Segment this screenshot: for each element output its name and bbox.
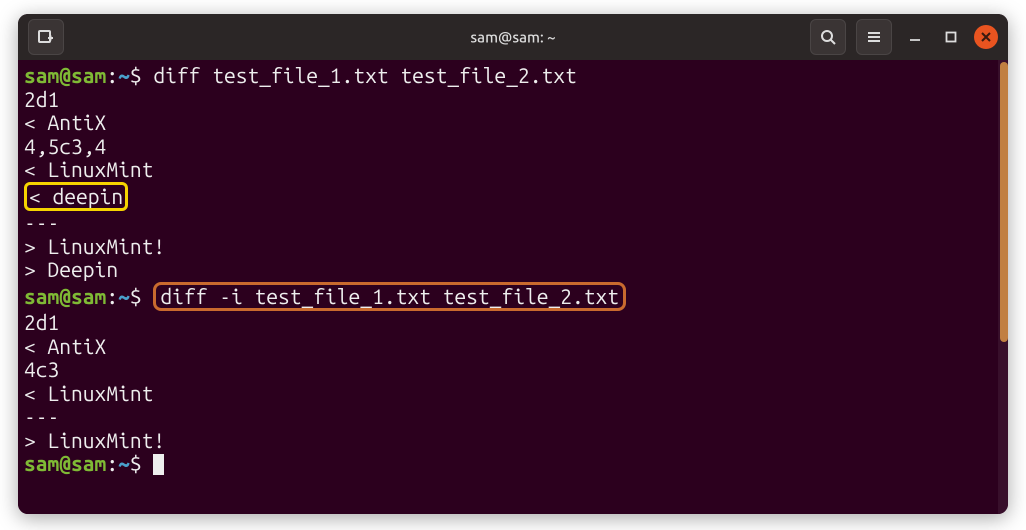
prompt-user: sam@sam — [24, 284, 106, 308]
close-button[interactable] — [974, 25, 998, 49]
scrollbar[interactable] — [998, 60, 1008, 514]
output-line: --- — [24, 211, 1002, 235]
output-line: 4,5c3,4 — [24, 135, 1002, 159]
output-line: > Deepin — [24, 258, 1002, 282]
output-line: 2d1 — [24, 88, 1002, 112]
hamburger-icon — [866, 29, 882, 45]
prompt-symbol: $ — [130, 451, 142, 475]
prompt-symbol: $ — [130, 284, 142, 308]
prompt-sep: : — [106, 63, 118, 87]
prompt-line-1: sam@sam:~$ diff test_file_1.txt test_fil… — [24, 64, 1002, 88]
prompt-path: ~ — [118, 284, 130, 308]
minimize-icon — [908, 30, 922, 44]
prompt-line-3: sam@sam:~$ — [24, 452, 1002, 476]
prompt-symbol: $ — [130, 63, 142, 87]
titlebar: sam@sam: ~ — [18, 14, 1008, 60]
maximize-button[interactable] — [938, 24, 964, 50]
terminal-body[interactable]: sam@sam:~$ diff test_file_1.txt test_fil… — [18, 60, 1008, 514]
window-title: sam@sam: ~ — [470, 29, 555, 46]
new-tab-icon — [38, 29, 54, 45]
output-line-highlight-yellow: < deepin — [24, 182, 1002, 212]
command-1: diff test_file_1.txt test_file_2.txt — [153, 63, 576, 87]
output-line: 2d1 — [24, 311, 1002, 335]
prompt-user: sam@sam — [24, 451, 106, 475]
close-icon — [980, 31, 992, 43]
hamburger-menu-button[interactable] — [856, 19, 892, 55]
prompt-sep: : — [106, 284, 118, 308]
prompt-path: ~ — [118, 63, 130, 87]
output-line: --- — [24, 405, 1002, 429]
command-2-highlight-orange: diff -i test_file_1.txt test_file_2.txt — [153, 282, 626, 312]
maximize-icon — [945, 31, 957, 43]
prompt-path: ~ — [118, 451, 130, 475]
prompt-sep: : — [106, 451, 118, 475]
terminal-window: sam@sam: ~ sam@sam:~$ diff test_file_1.t… — [18, 14, 1008, 514]
output-line: 4c3 — [24, 358, 1002, 382]
output-line: < LinuxMint — [24, 158, 1002, 182]
output-line: > LinuxMint! — [24, 235, 1002, 259]
output-line: < AntiX — [24, 335, 1002, 359]
new-tab-button[interactable] — [28, 19, 64, 55]
output-line: > LinuxMint! — [24, 429, 1002, 453]
output-line: < LinuxMint — [24, 382, 1002, 406]
cursor — [153, 454, 164, 475]
scrollbar-thumb[interactable] — [1000, 62, 1008, 342]
prompt-user: sam@sam — [24, 63, 106, 87]
output-line: < AntiX — [24, 111, 1002, 135]
minimize-button[interactable] — [902, 24, 928, 50]
search-button[interactable] — [810, 19, 846, 55]
prompt-line-2: sam@sam:~$ diff -i test_file_1.txt test_… — [24, 282, 1002, 312]
search-icon — [820, 29, 836, 45]
